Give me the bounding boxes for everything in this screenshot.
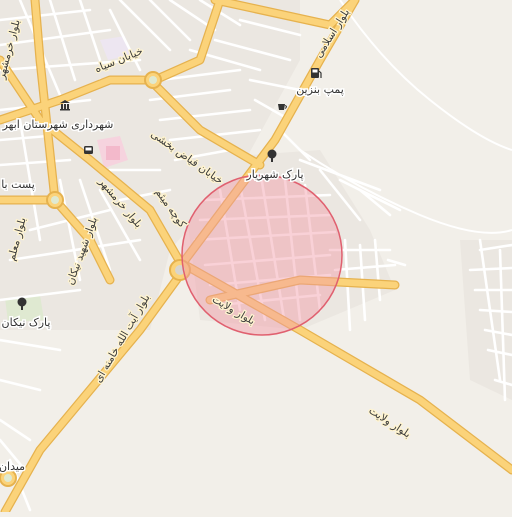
hospital-icon <box>106 146 120 160</box>
label-meydan: میدان <box>0 460 25 473</box>
roundabout-southwest-inner <box>4 474 12 482</box>
label-park-nikan: پارک نیکان <box>2 316 51 329</box>
label-municipality: شهرداری شهرستان ابهر <box>2 118 114 131</box>
label-gas-station: پمپ بنزین <box>296 83 344 96</box>
roundabout-west-inner <box>51 196 59 204</box>
map-view[interactable]: بلوار اسلامی پمپ بنزین خیابان سیاه بلوار… <box>0 0 512 517</box>
roundabout-north-inner <box>149 76 157 84</box>
label-park-shahriar: پارک شهریار <box>245 168 303 181</box>
map-canvas[interactable]: بلوار اسلامی پمپ بنزین خیابان سیاه بلوار… <box>0 0 512 517</box>
selected-area-highlight[interactable] <box>181 174 343 336</box>
bus-stop-icon[interactable] <box>84 146 93 154</box>
label-post: پست با <box>1 178 35 191</box>
